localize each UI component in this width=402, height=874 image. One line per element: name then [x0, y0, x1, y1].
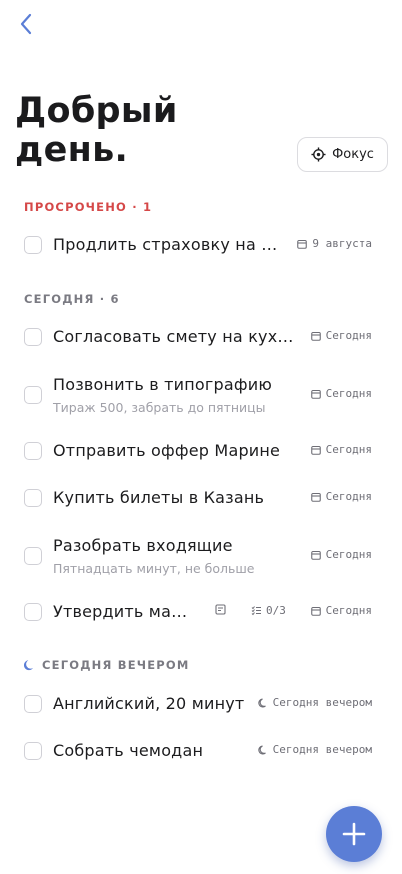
calendar-icon: [310, 445, 321, 455]
task-checkbox[interactable]: [24, 603, 42, 621]
task-title: Купить билеты в Казань: [53, 488, 265, 507]
task-title: Позвонить в типографию: [53, 375, 273, 394]
greeting-line-2: день.: [15, 130, 129, 170]
task-checklist: 0/3: [251, 604, 286, 617]
task-title: Разобрать входящие: [53, 536, 233, 555]
section-overdue-header: ПРОСРОЧЕНО · 1: [24, 200, 152, 214]
note-icon: [215, 604, 226, 615]
task-checkbox[interactable]: [24, 236, 42, 254]
task-title: Согласовать смету на кухню: [53, 327, 298, 346]
task-checklist-count: 0/3: [266, 604, 286, 617]
task-due: Сегодня вечером: [257, 696, 372, 709]
focus-label: Фокус: [332, 147, 374, 162]
task-checkbox[interactable]: [24, 742, 42, 760]
task-row[interactable]: Отправить оффер Марине Сегодня: [0, 431, 402, 471]
task-checkbox[interactable]: [24, 489, 42, 507]
calendar-icon: [310, 492, 321, 502]
task-due: Сегодня: [310, 490, 372, 503]
add-task-button[interactable]: [326, 806, 382, 862]
task-checkbox[interactable]: [24, 328, 42, 346]
task-row[interactable]: Купить билеты в Казань Сегодня: [0, 478, 402, 518]
calendar-icon: [297, 239, 308, 249]
task-note-indicator: [215, 604, 226, 615]
task-due: Сегодня: [310, 604, 372, 617]
section-evening-label: СЕГОДНЯ ВЕЧЕРОМ: [42, 658, 190, 672]
task-due: Сегодня вечером: [257, 743, 372, 756]
task-checkbox[interactable]: [24, 386, 42, 404]
task-due-label: Сегодня: [325, 329, 372, 342]
task-checkbox[interactable]: [24, 442, 42, 460]
task-due-label: 9 августа: [312, 237, 372, 250]
task-title: Отправить оффер Марине: [53, 441, 281, 460]
task-due-label: Сегодня вечером: [272, 743, 372, 756]
task-due: Сегодня: [310, 443, 372, 456]
task-note: Пятнадцать минут, не больше: [53, 561, 255, 576]
task-due-label: Сегодня: [325, 387, 372, 400]
task-due: Сегодня: [310, 329, 372, 342]
moon-outline-icon: [257, 744, 266, 755]
section-today-label: СЕГОДНЯ · 6: [24, 292, 120, 306]
task-checkbox[interactable]: [24, 547, 42, 565]
task-row[interactable]: Позвонить в типографию Тираж 500, забрат…: [0, 366, 402, 418]
task-due: 9 августа: [297, 237, 372, 250]
task-row[interactable]: Собрать чемодан Сегодня вечером: [0, 731, 402, 771]
task-due-label: Сегодня: [325, 548, 372, 561]
task-title: Утвердить макет: [53, 602, 193, 621]
checklist-icon: [251, 606, 261, 616]
task-row[interactable]: Продлить страховку на машину 9 августа: [0, 225, 402, 265]
task-row[interactable]: Английский, 20 минут Сегодня вечером: [0, 684, 402, 724]
calendar-icon: [310, 606, 321, 616]
chevron-left-icon: [20, 13, 32, 35]
focus-button[interactable]: Фокус: [297, 137, 388, 172]
task-due-label: Сегодня: [325, 490, 372, 503]
plus-icon: [342, 822, 366, 846]
page-title: Добрый день.: [15, 92, 178, 170]
back-button[interactable]: [14, 12, 38, 36]
moon-icon: [24, 660, 34, 671]
calendar-icon: [310, 389, 321, 399]
task-checkbox[interactable]: [24, 695, 42, 713]
task-title: Английский, 20 минут: [53, 694, 245, 713]
calendar-icon: [310, 550, 321, 560]
task-title: Собрать чемодан: [53, 741, 204, 760]
moon-outline-icon: [257, 697, 266, 708]
section-today-header: СЕГОДНЯ · 6: [24, 292, 120, 306]
section-overdue-label: ПРОСРОЧЕНО · 1: [24, 200, 153, 214]
task-row[interactable]: Разобрать входящие Пятнадцать минут, не …: [0, 527, 402, 579]
task-title: Продлить страховку на машину: [53, 235, 281, 254]
section-evening-header: СЕГОДНЯ ВЕЧЕРОМ: [24, 658, 190, 672]
task-row[interactable]: Согласовать смету на кухню Сегодня: [0, 317, 402, 357]
target-icon: [311, 147, 326, 162]
task-row[interactable]: Утвердить макет 0/3 Сегодня: [0, 592, 402, 632]
task-note: Тираж 500, забрать до пятницы: [53, 400, 266, 415]
task-due: Сегодня: [310, 548, 372, 561]
task-due-label: Сегодня вечером: [272, 696, 372, 709]
calendar-icon: [310, 331, 321, 341]
greeting-line-1: Добрый: [15, 91, 178, 131]
task-due-label: Сегодня: [325, 604, 372, 617]
task-due: Сегодня: [310, 387, 372, 400]
task-due-label: Сегодня: [325, 443, 372, 456]
